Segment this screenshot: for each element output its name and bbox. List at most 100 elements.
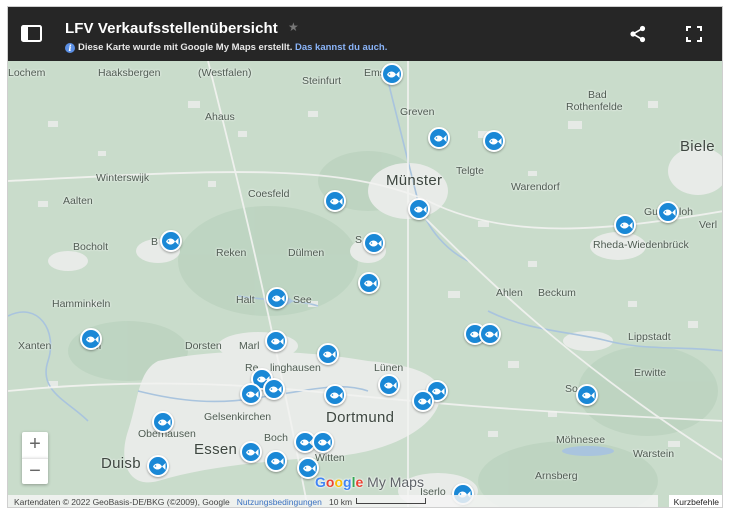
sidebar-toggle-button[interactable] [20,23,44,45]
place-label: Aalten [63,195,93,207]
fish-marker[interactable] [240,383,262,405]
fish-icon [432,388,445,395]
fish-marker[interactable] [152,411,174,433]
fish-marker[interactable] [614,214,636,236]
place-label: Lippstadt [628,331,671,343]
place-label: Xanten [18,340,52,352]
place-label: Möhnesee [556,434,606,446]
info-text: Diese Karte wurde mit Google My Maps ers… [78,42,293,53]
fish-icon [414,206,427,213]
place-label: Haaksbergen [98,67,161,79]
fish-marker[interactable] [265,330,287,352]
map-footer: Kartendaten © 2022 GeoBasis-DE/BKG (©200… [8,495,722,507]
fish-icon [271,458,284,465]
fish-marker[interactable] [412,390,434,412]
place-label: Rheda-Wiedenbrück [593,239,689,251]
fish-marker[interactable] [324,190,346,212]
fish-icon [485,331,498,338]
zoom-in-button[interactable]: + [22,432,48,458]
fish-icon [300,439,313,446]
place-label: S [355,234,363,246]
fish-marker[interactable] [363,232,385,254]
place-label: Steinfurt [302,75,342,87]
fish-icon [153,463,166,470]
fish-marker[interactable] [358,272,380,294]
info-line: i Diese Karte wurde mit Google My Maps er… [65,42,387,53]
place-label: Rothenfelde [566,101,623,113]
place-label: Ahlen [496,287,523,299]
fullscreen-button[interactable] [684,24,704,44]
place-label: Lochem [8,67,46,79]
terms-link[interactable]: Nutzungsbedingungen [237,497,322,507]
place-label: Verl [699,219,718,231]
fish-icon [158,419,171,426]
fish-icon [269,386,282,393]
fullscreen-icon [686,26,702,42]
fish-icon [418,398,431,405]
fish-marker[interactable] [317,343,339,365]
place-label: Beckum [538,287,576,299]
place-label: Coesfeld [248,188,290,200]
place-label: Gu [644,206,659,218]
fish-marker[interactable] [657,201,679,223]
place-label: Arnsberg [535,470,578,482]
fish-marker[interactable] [265,450,287,472]
place-label: Lünen [374,362,404,374]
scale-bar [356,498,427,504]
share-icon [630,25,646,43]
place-label: Marl [239,340,260,352]
fish-marker[interactable] [408,198,430,220]
map-header: LFV Verkaufsstellenübersicht ★ i Diese Ka… [8,7,722,61]
place-label: Reken [216,247,247,259]
fish-marker[interactable] [576,384,598,406]
shortcuts-button[interactable]: Kurzbefehle [668,495,722,507]
place-label: Duisb [101,455,141,472]
attribution-text: Kartendaten © 2022 GeoBasis-DE/BKG (©200… [14,497,230,507]
place-label: Witten [315,452,345,464]
fish-icon [272,295,285,302]
fish-marker[interactable] [428,127,450,149]
place-label: Bad [588,89,607,101]
place-label: Biele [680,138,715,155]
fish-marker[interactable] [312,431,334,453]
fish-icon [663,209,676,216]
fish-marker[interactable] [147,455,169,477]
google-mymaps-logo: Google My Maps [315,474,424,490]
star-icon[interactable]: ★ [288,20,299,34]
map-canvas[interactable]: Lochem Haaksbergen (Westfalen) Steinfurt Ems… [8,61,722,507]
place-label: See [293,294,312,306]
fish-icon [364,280,377,287]
fish-marker[interactable] [263,378,285,400]
place-label: Ahaus [205,111,235,123]
fish-icon [271,338,284,345]
place-label: (Westfalen) [198,67,252,79]
place-label: Bocholt [73,241,109,253]
place-label: Greven [400,106,435,118]
place-label: B [151,236,159,248]
fish-marker[interactable] [160,230,182,252]
place-label: Halt [236,294,255,306]
fish-marker[interactable] [378,374,400,396]
fish-icon [323,351,336,358]
fish-marker[interactable] [80,328,102,350]
fish-icon [303,465,316,472]
map-embed: LFV Verkaufsstellenübersicht ★ i Diese Ka… [7,6,723,508]
fish-marker[interactable] [266,287,288,309]
fish-icon [318,439,331,446]
fish-marker[interactable] [240,441,262,463]
share-button[interactable] [628,24,650,44]
fish-icon [582,392,595,399]
place-label: Gelsenkirchen [204,411,272,423]
fish-icon [86,336,99,343]
map-title: LFV Verkaufsstellenübersicht [65,20,278,37]
fish-marker[interactable] [324,384,346,406]
info-link[interactable]: Das kannst du auch. [295,42,387,53]
fish-marker[interactable] [479,323,501,345]
fish-marker[interactable] [483,130,505,152]
sidebar-icon [21,25,42,42]
place-label: Dortmund [326,409,395,426]
place-label: Winterswijk [96,172,150,184]
place-label: Dorsten [185,340,222,352]
zoom-out-button[interactable]: − [22,458,48,484]
fish-marker[interactable] [381,63,403,85]
